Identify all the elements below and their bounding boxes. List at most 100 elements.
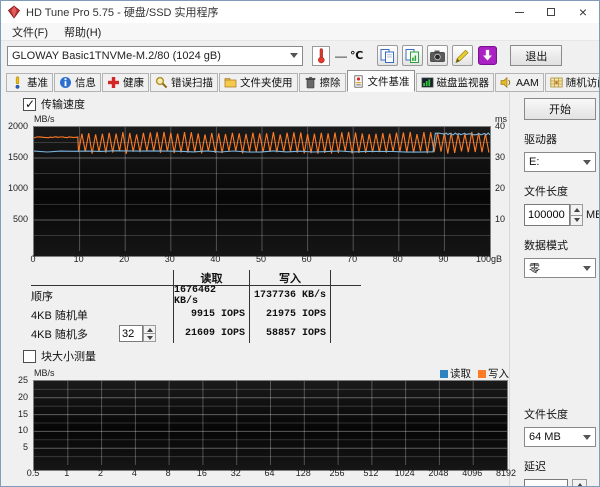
info-icon — [60, 77, 71, 88]
tab-info[interactable]: 信息 — [54, 73, 101, 92]
health-icon — [108, 77, 119, 88]
temperature-unit: ℃ — [350, 50, 364, 62]
random-multi-write-value: 58857 IOPS — [249, 324, 331, 343]
y-axis-tick-label: 1000 — [7, 183, 28, 193]
legend-label: 读取 — [450, 368, 471, 380]
x-axis-tick-label: 90 — [438, 254, 449, 264]
transfer-speed-checkbox[interactable] — [23, 97, 36, 111]
y-axis-tick-label-right: 20 — [495, 183, 506, 193]
x-axis-tick-label: 4 — [131, 468, 137, 478]
queue-depth-decrement-button[interactable] — [143, 334, 156, 342]
write-column-header: 写入 — [249, 270, 331, 285]
sequential-write-value: 1737736 KB/s — [249, 286, 331, 305]
x-axis-tick-label: 10 — [73, 254, 84, 264]
temperature-value: — — [335, 48, 347, 63]
file-length-input[interactable] — [524, 204, 570, 226]
download-button[interactable] — [477, 45, 498, 66]
drive-label: 驱动器 — [524, 134, 557, 146]
x-axis-tick-label: 2048 — [428, 468, 449, 478]
edit-button[interactable] — [452, 45, 474, 66]
start-button[interactable]: 开始 — [524, 98, 596, 120]
copy-image-button[interactable] — [402, 45, 424, 66]
y-axis-tick-label-right: 10 — [495, 214, 506, 224]
drive-combobox-value: GLOWAY Basic1TNVMe-M.2/80 (1024 gB) — [12, 49, 221, 62]
drive-combobox[interactable]: GLOWAY Basic1TNVMe-M.2/80 (1024 gB) — [7, 45, 303, 66]
data-mode-select[interactable]: 零 — [524, 258, 596, 278]
transfer-speed-toggle: 传输速度 — [23, 96, 509, 112]
y-axis-tick-label-right: 40 — [495, 121, 506, 131]
queue-depth-increment-button[interactable] — [143, 325, 156, 334]
tab-file-benchmark[interactable]: 文件基准 — [346, 70, 415, 92]
block-file-length-select[interactable]: 64 MB — [524, 427, 596, 447]
disk-monitor-icon — [420, 77, 434, 88]
tab-error-scan[interactable]: 错误扫描 — [150, 73, 218, 92]
x-axis-tick-label: 512 — [363, 468, 379, 478]
chevron-down-icon — [583, 434, 591, 440]
block-size-checkbox[interactable] — [23, 349, 36, 363]
chart-legend: 读取 写入 — [440, 366, 509, 381]
toolbar: GLOWAY Basic1TNVMe-M.2/80 (1024 gB) — ℃ — [1, 41, 599, 70]
erase-icon — [305, 76, 315, 89]
results-table: 读取 写入 顺序 1676462 KB/s 1737736 KB/s 4KB 随… — [31, 270, 361, 343]
sequential-read-value: 1676462 KB/s — [173, 285, 249, 307]
random-single-write-value: 21975 IOPS — [249, 305, 331, 324]
tabbar: 基准 信息 健康 错误扫描 文件夹使用 擦除 文件基准 磁盘监视器 AAM 随机… — [1, 70, 599, 92]
tab-benchmark[interactable]: 基准 — [6, 73, 53, 92]
block-file-length-value: 64 MB — [529, 431, 561, 443]
x-axis-tick-label: 32 — [230, 468, 241, 478]
tab-disk-monitor[interactable]: 磁盘监视器 — [415, 73, 494, 92]
minimize-button[interactable] — [503, 1, 535, 23]
tab-erase[interactable]: 擦除 — [298, 73, 346, 92]
screenshot-button[interactable] — [427, 45, 449, 66]
chevron-down-icon — [583, 265, 591, 271]
y-axis-unit-left: MB/s — [34, 368, 55, 378]
y-axis-tick-label: 15 — [17, 408, 28, 419]
x-axis-tick-label: 256 — [329, 468, 345, 478]
x-axis-tick-label: 100gB — [475, 254, 503, 264]
content: 传输速度 MB/sms50010001500200010203040010203… — [1, 92, 599, 486]
y-axis-unit-left: MB/s — [34, 114, 55, 124]
drive-select[interactable]: E: — [524, 152, 596, 172]
menu-file[interactable]: 文件(F) — [5, 23, 55, 41]
maximize-button[interactable] — [535, 1, 567, 23]
x-axis-tick-label: 8192 — [495, 468, 517, 478]
copy-text-button[interactable] — [377, 45, 399, 66]
x-axis-tick-label: 8 — [165, 468, 171, 478]
tab-health[interactable]: 健康 — [102, 73, 149, 92]
tab-random-access[interactable]: 随机访问 — [544, 73, 599, 92]
y-axis-tick-label: 10 — [17, 425, 28, 436]
camera-icon — [430, 50, 446, 62]
tab-folder-usage[interactable]: 文件夹使用 — [219, 73, 298, 92]
file-length-control: MB — [524, 204, 599, 226]
transfer-speed-label: 传输速度 — [41, 99, 85, 111]
folder-usage-icon — [224, 78, 237, 88]
row-label: 4KB 随机多 — [31, 328, 88, 341]
x-axis-tick-label: 50 — [255, 254, 267, 264]
x-axis-tick-label: 60 — [301, 254, 312, 264]
delay-input[interactable] — [524, 479, 568, 486]
y-axis-tick-label: 25 — [17, 375, 28, 385]
queue-depth-input[interactable] — [119, 325, 143, 342]
legend-swatch — [478, 369, 486, 378]
block-size-label: 块大小测量 — [41, 351, 96, 363]
y-axis-tick-label: 1500 — [7, 152, 28, 162]
delay-control — [524, 479, 599, 486]
legend-label: 写入 — [488, 368, 509, 380]
delay-label: 延迟 — [524, 461, 546, 473]
menu-help[interactable]: 帮助(H) — [57, 23, 108, 41]
exit-button[interactable]: 退出 — [510, 45, 563, 66]
file-length-decrement-button[interactable] — [570, 215, 583, 226]
file-length-increment-button[interactable] — [570, 204, 583, 216]
close-button[interactable]: × — [567, 1, 599, 23]
thermometer-icon — [317, 48, 325, 64]
x-axis-tick-label: 128 — [295, 468, 311, 478]
data-mode-label: 数据模式 — [524, 240, 568, 252]
tab-aam[interactable]: AAM — [495, 73, 544, 92]
y-axis-tick-label: 5 — [22, 442, 28, 453]
row-label: 4KB 随机单 — [31, 309, 88, 322]
copy-image-icon — [405, 48, 420, 63]
x-axis-tick-label: 4096 — [462, 468, 483, 478]
block-size-chart: MB/s 5 10 15 20 25 0.5 1 2 4 8 16 32 64 128 256 512 1024 2… — [1, 366, 516, 478]
delay-increment-button[interactable] — [572, 479, 587, 486]
table-row-4kb-random-multi: 4KB 随机多 21609 IOPS 58857 IOPS — [31, 324, 361, 343]
